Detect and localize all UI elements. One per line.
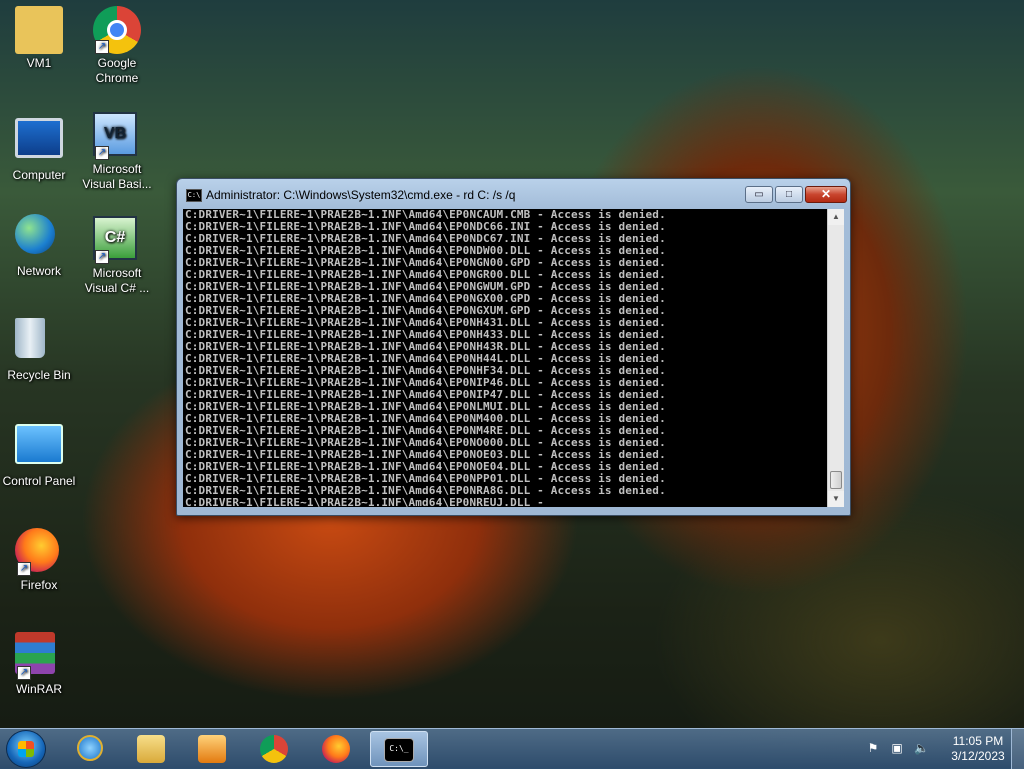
- file-explorer-icon: [137, 735, 165, 763]
- shortcut-arrow-icon: ↗: [17, 666, 31, 680]
- desktop-icon-visual-csharp[interactable]: C# ↗ Microsoft Visual C# ...: [78, 216, 156, 296]
- taskbar-media-player[interactable]: [186, 731, 238, 767]
- taskbar-file-explorer[interactable]: [125, 731, 177, 767]
- desktop-icon-network[interactable]: Network: [0, 214, 78, 279]
- shortcut-arrow-icon: ↗: [95, 40, 109, 54]
- desktop-icon-label: Microsoft Visual Basi...: [82, 162, 152, 191]
- firefox-icon: [322, 735, 350, 763]
- desktop-icon-control-panel[interactable]: Control Panel: [0, 424, 78, 489]
- taskbar-internet-explorer[interactable]: [64, 731, 116, 767]
- taskbar-firefox[interactable]: [310, 731, 362, 767]
- start-button[interactable]: [6, 730, 46, 768]
- desktop-icon-label: Control Panel: [2, 474, 76, 488]
- desktop-icon-label: Firefox: [20, 578, 58, 592]
- console-text: C:DRIVER~1\FILERE~1\PRAE2B~1.INF\Amd64\E…: [185, 209, 666, 507]
- desktop-icon-label: Recycle Bin: [7, 368, 71, 382]
- command-prompt-icon: C:\_: [384, 738, 414, 762]
- desktop-icon-vm1[interactable]: VM1: [0, 6, 78, 71]
- taskbar-chrome[interactable]: [248, 731, 300, 767]
- scroll-down-icon[interactable]: ▼: [828, 491, 844, 507]
- desktop-icon-label: Microsoft Visual C# ...: [84, 266, 150, 295]
- title-bar[interactable]: C:\ Administrator: C:\Windows\System32\c…: [177, 179, 850, 209]
- chrome-icon: [260, 735, 288, 763]
- clock-date: 3/12/2023: [951, 749, 1005, 763]
- desktop-icon-label: WinRAR: [15, 682, 62, 696]
- shortcut-arrow-icon: ↗: [95, 146, 109, 160]
- minimize-button[interactable]: ▭: [745, 186, 773, 203]
- desktop-icon-chrome[interactable]: ↗ Google Chrome: [78, 6, 156, 86]
- action-center-flag-icon[interactable]: ⚑: [866, 741, 880, 755]
- desktop-icon-visual-basic[interactable]: VB ↗ Microsoft Visual Basi...: [78, 112, 156, 192]
- shortcut-arrow-icon: ↗: [95, 250, 109, 264]
- chrome-icon: ↗: [93, 6, 141, 54]
- window-title: Administrator: C:\Windows\System32\cmd.e…: [206, 188, 516, 202]
- maximize-button[interactable]: □: [775, 186, 803, 203]
- media-player-icon: [198, 735, 226, 763]
- show-desktop-button[interactable]: [1011, 729, 1024, 769]
- computer-icon: [15, 118, 63, 158]
- desktop-icon-label: Network: [16, 264, 61, 278]
- desktop-icon-label: Google Chrome: [95, 56, 139, 85]
- vertical-scrollbar[interactable]: ▲ ▼: [827, 209, 844, 507]
- taskbar-command-prompt[interactable]: C:\_: [370, 731, 428, 767]
- scrollbar-thumb[interactable]: [830, 471, 842, 489]
- cmd-window[interactable]: C:\ Administrator: C:\Windows\System32\c…: [176, 178, 851, 516]
- console-line: C:DRIVER~1\FILERE~1\PRAE2B~1.INF\Amd64\E…: [185, 496, 544, 508]
- internet-explorer-icon: [77, 735, 103, 761]
- desktop-icon-label: Computer: [12, 168, 66, 182]
- user-folder-icon: [15, 6, 63, 54]
- speaker-icon[interactable]: 🔈: [914, 741, 929, 755]
- command-prompt-icon: C:\: [186, 189, 202, 202]
- desktop-icon-label: VM1: [26, 56, 52, 70]
- taskbar: C:\_ ⚑ ▣ 🔈 11:05 PM 3/12/2023: [0, 728, 1024, 769]
- network-status-icon[interactable]: ▣: [890, 741, 904, 755]
- scroll-up-icon[interactable]: ▲: [828, 209, 844, 225]
- shortcut-arrow-icon: ↗: [17, 562, 31, 576]
- control-panel-icon: [15, 424, 63, 464]
- desktop-icon-recycle-bin[interactable]: Recycle Bin: [0, 318, 78, 383]
- console-output[interactable]: C:DRIVER~1\FILERE~1\PRAE2B~1.INF\Amd64\E…: [183, 209, 827, 507]
- desktop-icon-firefox[interactable]: ↗ Firefox: [0, 528, 78, 593]
- clock[interactable]: 11:05 PM 3/12/2023: [946, 734, 1010, 764]
- network-icon: [15, 214, 55, 254]
- clock-time: 11:05 PM: [952, 734, 1004, 748]
- recycle-bin-icon: [15, 318, 45, 358]
- system-tray: ⚑ ▣ 🔈 11:05 PM 3/12/2023: [862, 729, 1024, 769]
- close-button[interactable]: ✕: [805, 186, 847, 203]
- desktop-icon-winrar[interactable]: ↗ WinRAR: [0, 632, 78, 697]
- desktop-icon-computer[interactable]: Computer: [0, 112, 78, 183]
